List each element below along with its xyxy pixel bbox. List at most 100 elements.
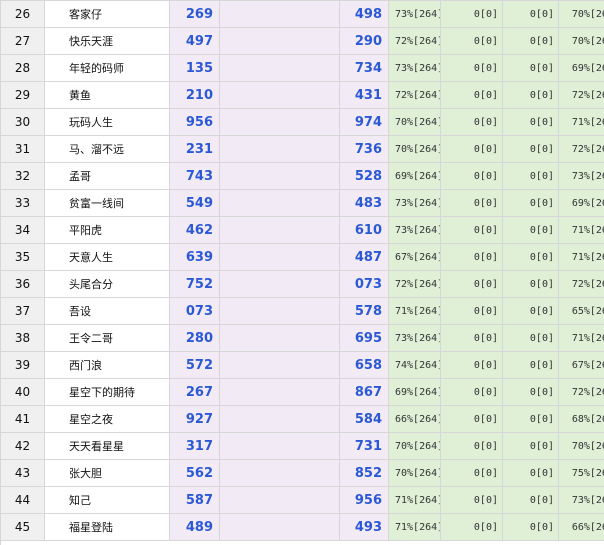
spacer (220, 217, 340, 244)
user-name: 黄鱼 (45, 82, 170, 109)
pct-1: 72%[264] (389, 271, 441, 298)
number-b: 493 (340, 514, 389, 541)
pct-4: 71%[264] (559, 217, 604, 244)
pct-2: 0[0] (441, 217, 503, 244)
user-name: 福星登陆 (45, 514, 170, 541)
pct-4: 68%[264] (559, 406, 604, 433)
row-index: 27 (1, 28, 45, 55)
number-b: 867 (340, 379, 389, 406)
pct-3: 0[0] (503, 163, 559, 190)
pct-1: 70%[264] (389, 136, 441, 163)
number-b: 290 (340, 28, 389, 55)
pct-3: 0[0] (503, 379, 559, 406)
pct-4: 71%[264] (559, 109, 604, 136)
number-a: 562 (170, 460, 220, 487)
pct-4: 66%[264] (559, 514, 604, 541)
number-b: 658 (340, 352, 389, 379)
number-b: 731 (340, 433, 389, 460)
row-index: 33 (1, 190, 45, 217)
number-a: 489 (170, 514, 220, 541)
pct-2: 0[0] (441, 55, 503, 82)
spacer (220, 163, 340, 190)
number-a: 267 (170, 379, 220, 406)
spacer (220, 514, 340, 541)
pct-1: 69%[264] (389, 379, 441, 406)
pct-4: 72%[264] (559, 379, 604, 406)
user-name: 吾设 (45, 298, 170, 325)
user-name: 知己 (45, 487, 170, 514)
pct-4: 73%[264] (559, 163, 604, 190)
user-name: 星空下的期待 (45, 379, 170, 406)
number-a: 587 (170, 487, 220, 514)
number-b: 498 (340, 1, 389, 28)
number-a: 317 (170, 433, 220, 460)
spacer (220, 298, 340, 325)
pct-3: 0[0] (503, 136, 559, 163)
spacer (220, 1, 340, 28)
spacer (220, 82, 340, 109)
row-index: 42 (1, 433, 45, 460)
results-table: 26 客家仔 269 498 73%[264] 0[0] 0[0] 70%[26… (0, 0, 604, 545)
pct-1: 73%[264] (389, 55, 441, 82)
pct-4: 65%[264] (559, 298, 604, 325)
pct-3: 0[0] (503, 190, 559, 217)
pct-1: 71%[264] (389, 298, 441, 325)
row-index: 36 (1, 271, 45, 298)
row-index: 44 (1, 487, 45, 514)
row-index: 31 (1, 136, 45, 163)
number-a: 927 (170, 406, 220, 433)
number-a: 280 (170, 325, 220, 352)
pct-3: 0[0] (503, 433, 559, 460)
number-b: 974 (340, 109, 389, 136)
number-b: 584 (340, 406, 389, 433)
user-name: 马、溜不远 (45, 136, 170, 163)
spacer (220, 460, 340, 487)
spacer (220, 190, 340, 217)
pct-2: 0[0] (441, 379, 503, 406)
pct-1: 72%[264] (389, 82, 441, 109)
number-a: 956 (170, 109, 220, 136)
number-b: 736 (340, 136, 389, 163)
pct-4: 70%[264] (559, 28, 604, 55)
pct-1: 73%[264] (389, 325, 441, 352)
row-index: 38 (1, 325, 45, 352)
pct-3: 0[0] (503, 487, 559, 514)
number-a: 210 (170, 82, 220, 109)
number-b: 734 (340, 55, 389, 82)
spacer (220, 325, 340, 352)
pct-3: 0[0] (503, 514, 559, 541)
pct-2: 0[0] (441, 271, 503, 298)
pct-2: 0[0] (441, 244, 503, 271)
pct-3: 0[0] (503, 460, 559, 487)
number-a: 073 (170, 298, 220, 325)
pct-2: 0[0] (441, 433, 503, 460)
number-b: 852 (340, 460, 389, 487)
pct-2: 0[0] (441, 298, 503, 325)
row-index: 40 (1, 379, 45, 406)
number-b: 431 (340, 82, 389, 109)
number-b: 956 (340, 487, 389, 514)
pct-1: 73%[264] (389, 190, 441, 217)
pct-4: 71%[264] (559, 325, 604, 352)
pct-2: 0[0] (441, 325, 503, 352)
pct-1: 71%[264] (389, 514, 441, 541)
pct-3: 0[0] (503, 406, 559, 433)
number-a: 462 (170, 217, 220, 244)
user-name: 王令二哥 (45, 325, 170, 352)
pct-3: 0[0] (503, 352, 559, 379)
user-name: 年轻的码师 (45, 55, 170, 82)
row-index: 26 (1, 1, 45, 28)
number-a: 497 (170, 28, 220, 55)
pct-3: 0[0] (503, 217, 559, 244)
pct-2: 0[0] (441, 163, 503, 190)
row-index: 45 (1, 514, 45, 541)
pct-2: 0[0] (441, 109, 503, 136)
number-b: 528 (340, 163, 389, 190)
user-name: 西门浪 (45, 352, 170, 379)
spacer (220, 487, 340, 514)
pct-3: 0[0] (503, 244, 559, 271)
number-a: 231 (170, 136, 220, 163)
spacer (220, 433, 340, 460)
pct-2: 0[0] (441, 460, 503, 487)
row-index: 30 (1, 109, 45, 136)
